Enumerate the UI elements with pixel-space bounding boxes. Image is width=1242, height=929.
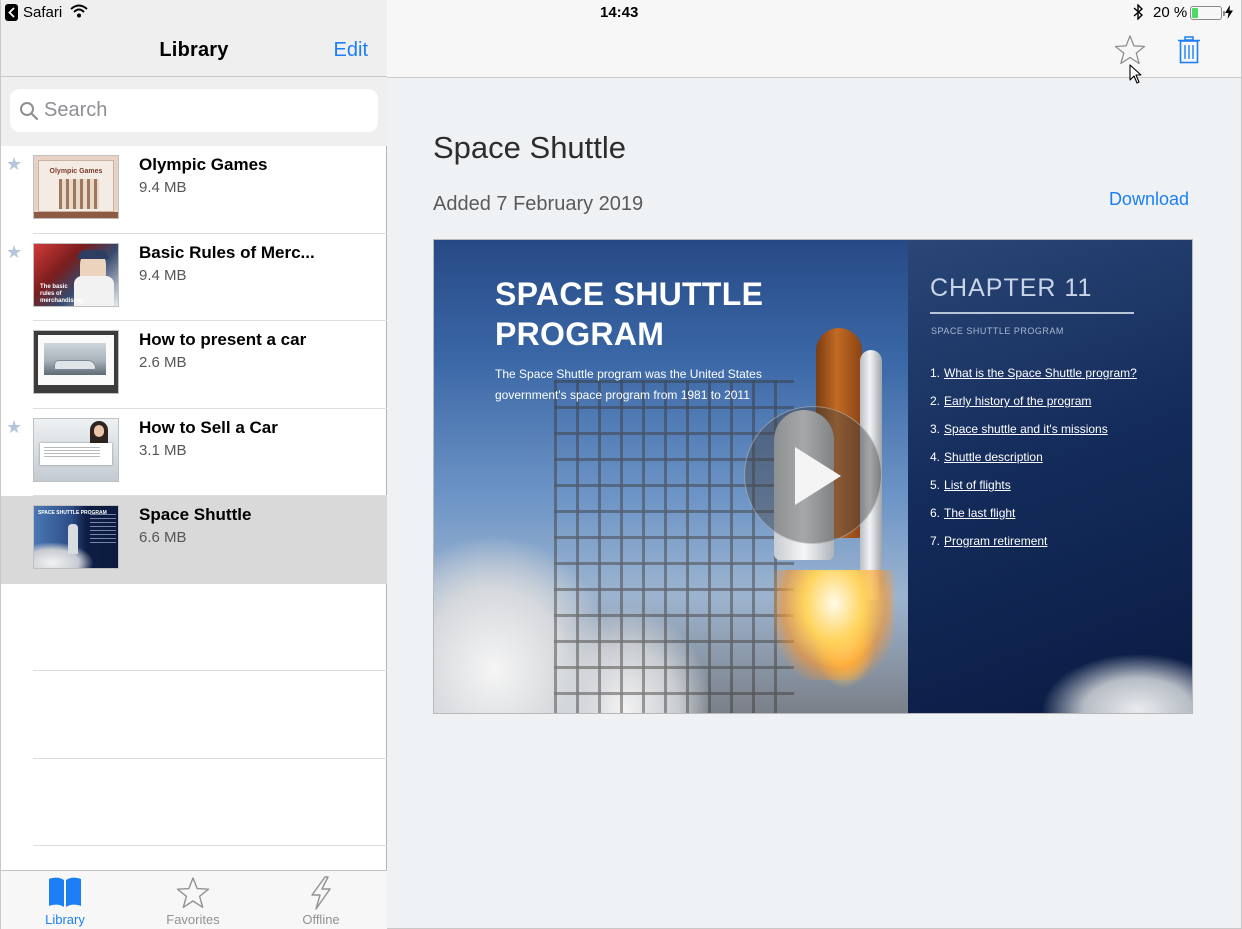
charging-icon xyxy=(1225,5,1233,19)
toc-number: 2. xyxy=(930,394,941,408)
chapter-panel: CHAPTER 11 SPACE SHUTTLE PROGRAM 1. What … xyxy=(908,240,1192,713)
launch-tower xyxy=(554,380,794,713)
favorite-star-icon: ★ xyxy=(6,416,23,437)
toc-number: 5. xyxy=(930,478,941,492)
detail-pane: Space Shuttle Added 7 February 2019 Down… xyxy=(387,0,1242,929)
chapter-subtitle: SPACE SHUTTLE PROGRAM xyxy=(931,326,1064,336)
favorite-star-icon[interactable] xyxy=(1114,34,1146,66)
list-item-present-car[interactable]: How to present a car 2.6 MB xyxy=(1,321,387,409)
thumbnail-title: SPACE SHUTTLE PROGRAM xyxy=(38,510,107,516)
toc-item: 7. Program retirement xyxy=(930,534,1137,562)
battery-icon xyxy=(1190,6,1225,20)
status-bar: Safari 14:43 20 % xyxy=(0,0,1242,26)
back-app-label: Safari xyxy=(23,4,63,21)
search-icon xyxy=(20,102,39,121)
toc-link[interactable]: What is the Space Shuttle program? xyxy=(944,366,1137,380)
list-item-title: Space Shuttle xyxy=(139,505,252,524)
favorite-star-icon: ★ xyxy=(6,241,23,262)
list-item-size: 3.1 MB xyxy=(139,441,187,459)
list-item-title: Basic Rules of Merc... xyxy=(139,242,315,262)
preview-heading: SPACE SHUTTLE PROGRAM xyxy=(495,274,763,354)
play-icon xyxy=(795,447,841,505)
toc-link[interactable]: The last flight xyxy=(944,506,1015,520)
tab-label: Offline xyxy=(302,912,340,927)
toc-number: 1. xyxy=(930,366,941,380)
list-item-title: Olympic Games xyxy=(139,155,268,174)
preview-subtitle: The Space Shuttle program was the United… xyxy=(495,367,762,402)
list-item-space-shuttle[interactable]: SPACE SHUTTLE PROGRAM Space Shuttle 6.6 … xyxy=(1,496,387,584)
toc-item: 1. What is the Space Shuttle program? xyxy=(930,366,1137,394)
search-bar[interactable] xyxy=(10,89,378,132)
thumbnail-title: Olympic Games xyxy=(49,168,103,175)
thumbnail-olympic-games: Olympic Games xyxy=(33,155,119,219)
table-of-contents: 1. What is the Space Shuttle program? 2. E… xyxy=(930,366,1137,562)
clock: 14:43 xyxy=(600,4,639,21)
thumbnail-title: The basic rules of merchandising xyxy=(40,283,83,304)
toc-link[interactable]: Space shuttle and it's missions xyxy=(944,422,1108,436)
toc-item: 3. Space shuttle and it's missions xyxy=(930,422,1137,450)
lightning-icon xyxy=(311,876,331,910)
thumbnail-space-shuttle: SPACE SHUTTLE PROGRAM xyxy=(33,505,119,569)
document-list: ★ Olympic Games Olympic Games 9.4 MB ★ T… xyxy=(1,146,387,846)
empty-row xyxy=(1,671,387,759)
list-item-basic-rules[interactable]: ★ The basic rules of merchandising Basic… xyxy=(1,234,387,321)
toc-item: 6. The last flight xyxy=(930,506,1137,534)
tab-offline[interactable]: Offline xyxy=(257,871,385,929)
list-item-title: How to present a car xyxy=(139,330,307,349)
tab-library[interactable]: Library xyxy=(1,871,129,929)
toc-number: 7. xyxy=(930,534,941,548)
download-button[interactable]: Download xyxy=(1109,189,1189,210)
sidebar-title: Library xyxy=(159,39,229,61)
trash-icon[interactable] xyxy=(1178,36,1200,64)
toc-link[interactable]: Shuttle description xyxy=(944,450,1043,464)
toc-link[interactable]: Early history of the program xyxy=(944,394,1091,408)
back-to-app-button[interactable] xyxy=(5,4,18,21)
toc-link[interactable]: List of flights xyxy=(944,478,1011,492)
favorite-star-icon: ★ xyxy=(6,154,23,174)
thumbnail-basic-rules: The basic rules of merchandising xyxy=(33,242,119,307)
play-button[interactable] xyxy=(744,406,882,544)
toc-item: 2. Early history of the program xyxy=(930,394,1137,422)
preview-heading-line: SPACE SHUTTLE xyxy=(495,276,764,312)
empty-row xyxy=(1,584,387,671)
search-input[interactable] xyxy=(44,89,364,132)
list-item-size: 2.6 MB xyxy=(139,354,187,371)
star-icon xyxy=(176,877,210,908)
library-sidebar: Library Edit ★ Olympic Games Olympic Gam… xyxy=(0,0,387,929)
preview-heading-line: PROGRAM xyxy=(495,316,665,352)
tab-label: Library xyxy=(45,912,85,927)
course-preview[interactable]: SPACE SHUTTLE PROGRAM The Space Shuttle … xyxy=(433,239,1193,714)
toc-item: 4. Shuttle description xyxy=(930,450,1137,478)
list-item-sell-car[interactable]: ★ How to Sell a Car 3.1 MB xyxy=(1,409,387,496)
list-item-olympic-games[interactable]: ★ Olympic Games Olympic Games 9.4 MB xyxy=(1,146,387,234)
list-item-size: 6.6 MB xyxy=(139,529,187,546)
edit-button[interactable]: Edit xyxy=(334,39,368,62)
toc-item: 5. List of flights xyxy=(930,478,1137,506)
list-item-size: 9.4 MB xyxy=(139,266,187,284)
book-icon xyxy=(49,877,81,907)
list-item-title: How to Sell a Car xyxy=(139,417,278,437)
toc-number: 4. xyxy=(930,450,941,464)
empty-row xyxy=(1,759,387,846)
toc-number: 3. xyxy=(930,422,941,436)
chapter-title: CHAPTER 11 xyxy=(930,274,1093,302)
divider xyxy=(930,312,1134,314)
mouse-pointer-icon xyxy=(1129,64,1142,84)
tab-label: Favorites xyxy=(166,912,220,927)
toc-link[interactable]: Program retirement xyxy=(944,534,1047,548)
battery-percent: 20 % xyxy=(1153,4,1188,21)
toc-number: 6. xyxy=(930,506,941,520)
chevron-left-icon xyxy=(8,7,15,18)
bluetooth-icon xyxy=(1133,4,1143,20)
engine-flame xyxy=(774,570,894,680)
divider xyxy=(1,76,387,77)
document-added-date: Added 7 February 2019 xyxy=(433,193,644,215)
document-title: Space Shuttle xyxy=(433,130,627,165)
thumbnail-present-car xyxy=(33,330,119,394)
tab-bar: Library Favorites Offline xyxy=(1,870,387,929)
wifi-icon xyxy=(70,4,88,18)
list-item-size: 9.4 MB xyxy=(139,179,187,196)
thumbnail-sell-car xyxy=(33,417,119,482)
tab-favorites[interactable]: Favorites xyxy=(129,871,257,929)
